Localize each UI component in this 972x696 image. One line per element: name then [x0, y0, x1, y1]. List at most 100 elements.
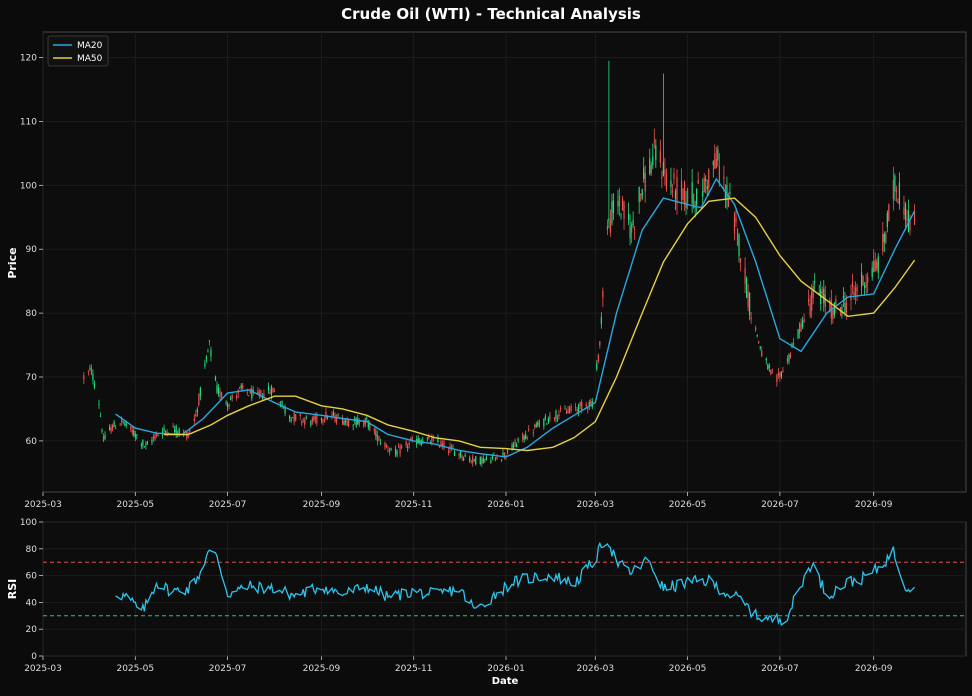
candle-up: [113, 421, 115, 428]
candle-up: [904, 203, 907, 220]
candle-up: [749, 292, 751, 316]
candle-down: [909, 221, 911, 231]
candle-down: [873, 260, 875, 273]
candle-down: [809, 303, 811, 316]
candle-down: [384, 442, 386, 448]
candle-up: [227, 404, 229, 408]
price-ytick-label: 60: [26, 437, 38, 447]
candle-up: [281, 400, 283, 406]
candle-down: [892, 179, 894, 199]
candle-up: [649, 158, 651, 175]
candle-up: [556, 418, 559, 420]
candle-up: [756, 334, 758, 337]
candle-down: [913, 211, 916, 225]
candle-up: [178, 428, 180, 434]
candle-down: [522, 433, 524, 440]
rsi-ytick-label: 80: [26, 545, 38, 555]
candle-up: [292, 417, 294, 419]
candle-up: [842, 296, 845, 299]
candle-down: [621, 198, 624, 211]
candle-up: [199, 388, 201, 396]
candle-down: [682, 189, 684, 200]
candle-up: [546, 423, 548, 425]
candle-up: [463, 458, 465, 461]
candle-down: [581, 401, 583, 411]
candle-down: [115, 427, 117, 430]
candle-up: [620, 214, 622, 215]
candle-down: [293, 412, 295, 422]
candle-up: [133, 430, 135, 436]
candle-up: [379, 442, 382, 444]
rsi-ytick-label: 20: [26, 625, 38, 635]
rsi-plot-area: [42, 521, 967, 657]
candle-down: [152, 436, 155, 439]
candle-down: [609, 221, 612, 233]
candle-down: [302, 419, 304, 421]
candle-up: [417, 438, 419, 444]
candle-down: [447, 450, 450, 453]
candle-up: [729, 191, 731, 194]
candle-up: [146, 442, 149, 445]
price-xtick-label: 2025-11: [395, 500, 433, 510]
candle-down: [278, 402, 280, 404]
candle-up: [767, 364, 769, 370]
candle-down: [322, 419, 324, 422]
candle-down: [862, 275, 864, 286]
candle-up: [523, 436, 525, 440]
candle-down: [777, 372, 779, 376]
candle-up: [267, 386, 270, 391]
candle-up: [517, 438, 519, 441]
candle-down: [644, 172, 646, 192]
candle-down: [771, 372, 773, 374]
candle-down: [602, 291, 604, 298]
candle-up: [823, 288, 825, 304]
candle-down: [718, 165, 720, 184]
candle-down: [723, 176, 725, 179]
candle-down: [634, 228, 636, 230]
candle-down: [273, 391, 276, 393]
candle-up: [204, 363, 206, 367]
candle-down: [853, 291, 855, 295]
price-ytick-label: 80: [26, 309, 38, 319]
candle-up: [490, 460, 492, 464]
chart-svg: Crude Oil (WTI) - Technical Analysis Pri…: [0, 0, 972, 692]
rsi-ytick-label: 100: [20, 518, 37, 528]
candle-down: [686, 188, 689, 203]
candle-up: [134, 433, 136, 438]
candle-up: [705, 179, 707, 181]
candle-down: [458, 453, 460, 457]
candle-down: [313, 415, 315, 421]
candle-down: [606, 226, 608, 231]
price-ytick-label: 100: [20, 181, 37, 191]
legend-label-ma20: MA20: [77, 41, 103, 51]
candle-up: [217, 387, 220, 394]
legend-label-ma50: MA50: [77, 54, 103, 64]
candle-up: [632, 219, 634, 226]
candle-up: [544, 416, 546, 420]
candle-down: [388, 450, 391, 453]
candle-down: [599, 341, 601, 346]
candle-down: [346, 420, 348, 426]
candle-down: [585, 403, 587, 407]
candle-up: [611, 201, 613, 224]
candle-up: [670, 180, 672, 188]
rsi-panel: 2025-03 2025-05 2025-07 2025-09 2025-11 2026-…: [20, 518, 967, 674]
candle-down: [664, 169, 666, 174]
candle-down: [334, 414, 336, 422]
candle-down: [680, 180, 683, 201]
candle-up: [578, 404, 580, 413]
candle-up: [92, 373, 94, 381]
candle-down: [260, 390, 262, 395]
candle-down: [428, 436, 430, 439]
candle-down: [640, 193, 642, 195]
candle-down: [590, 401, 592, 404]
candle-up: [390, 447, 392, 450]
price-xtick-label: 2025-03: [24, 500, 62, 510]
candle-down: [198, 394, 200, 406]
candle-down: [761, 350, 763, 357]
price-plot-area: [42, 31, 967, 493]
candle-down: [736, 228, 739, 246]
candle-up: [537, 422, 539, 426]
candle-up: [453, 451, 456, 456]
candle-up: [320, 417, 323, 420]
